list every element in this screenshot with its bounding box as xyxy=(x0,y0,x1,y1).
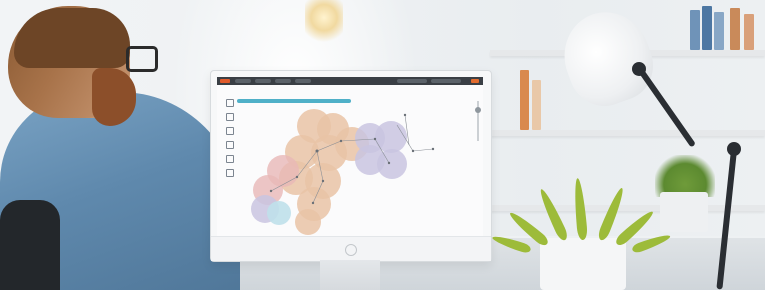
small-plant-pot xyxy=(660,192,708,232)
topbar-accent-button[interactable] xyxy=(471,79,479,83)
shelf-board xyxy=(490,130,765,136)
settings-icon[interactable] xyxy=(226,169,234,177)
topbar-control[interactable] xyxy=(431,79,461,83)
plant-leaves xyxy=(491,170,672,255)
chart-icon[interactable] xyxy=(226,155,234,163)
list-icon[interactable] xyxy=(226,127,234,135)
monitor-chin xyxy=(211,236,491,261)
app-logo xyxy=(220,79,230,83)
book xyxy=(730,8,740,50)
monitor-stand xyxy=(320,260,380,290)
user-icon[interactable] xyxy=(226,141,234,149)
progress-bar xyxy=(237,99,351,103)
mind-map-canvas[interactable] xyxy=(237,105,467,235)
share-icon[interactable] xyxy=(226,113,234,121)
person-head xyxy=(8,6,158,126)
book xyxy=(520,70,529,130)
zoom-slider-knob[interactable] xyxy=(475,107,481,113)
book xyxy=(702,6,712,50)
book-row xyxy=(690,6,765,50)
small-plant xyxy=(655,155,715,197)
monitor-screen xyxy=(217,77,483,237)
office-chair xyxy=(0,200,60,290)
book xyxy=(714,12,724,50)
ceiling-lamp xyxy=(305,0,343,44)
app-topbar xyxy=(217,77,483,85)
monitor xyxy=(210,70,492,262)
book xyxy=(532,80,541,130)
mind-map-links xyxy=(269,113,435,205)
power-icon[interactable] xyxy=(345,244,357,256)
plant-pot xyxy=(540,238,626,290)
photo-scene xyxy=(0,0,765,290)
topbar-menu-item[interactable] xyxy=(255,79,271,83)
leaf xyxy=(572,177,588,241)
topbar-menu-item[interactable] xyxy=(295,79,311,83)
topbar-menu-item[interactable] xyxy=(275,79,291,83)
home-icon[interactable] xyxy=(226,99,234,107)
topbar-control[interactable] xyxy=(397,79,427,83)
glasses xyxy=(126,46,158,72)
topbar-menu-item[interactable] xyxy=(235,79,251,83)
book xyxy=(744,14,754,50)
book xyxy=(690,10,700,50)
person-hair xyxy=(14,8,130,68)
